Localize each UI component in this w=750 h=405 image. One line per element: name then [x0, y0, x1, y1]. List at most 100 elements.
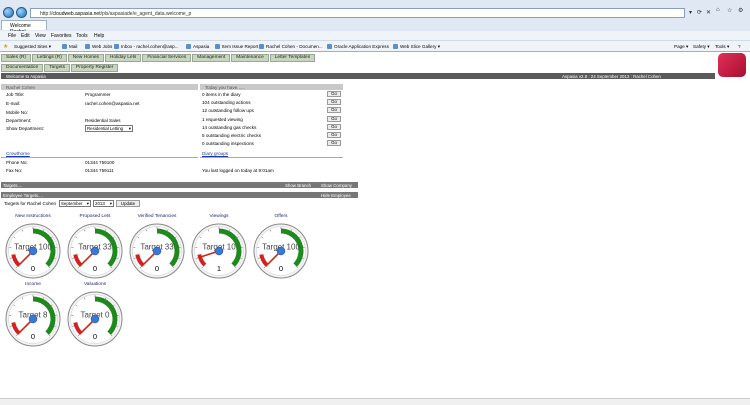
- settings-gear-icon[interactable]: ⚙: [738, 7, 743, 14]
- go-button[interactable]: Go: [327, 140, 341, 147]
- gauge-dial: Target 1000: [253, 223, 309, 279]
- menu-tools[interactable]: Tools: [76, 33, 88, 39]
- refresh-icon[interactable]: ⟳: [697, 9, 702, 16]
- update-button[interactable]: Update: [116, 200, 140, 207]
- address-bar[interactable]: http://cloudweb.aspasia.net/pls/aspasiad…: [30, 8, 685, 18]
- go-button[interactable]: Go: [327, 107, 341, 114]
- gauge-value-label: 0: [279, 264, 283, 273]
- diary-divider: [200, 157, 343, 158]
- gauge-hub: [214, 246, 224, 256]
- nav-documentation[interactable]: Documentation: [1, 64, 44, 72]
- today-item: 12 outstanding follow ups: [202, 108, 254, 114]
- job-title-value: Programmer: [85, 92, 111, 97]
- menu-file[interactable]: File: [8, 33, 16, 39]
- fav-web-jobs[interactable]: Web Jobs: [92, 44, 112, 49]
- phone-value: 01344 759100: [85, 160, 115, 165]
- fav-rachel-documents[interactable]: Rachel Cohen - Documen...: [266, 44, 323, 49]
- forward-button[interactable]: [16, 7, 27, 18]
- show-company-link[interactable]: Show Company: [321, 183, 352, 188]
- help-menu[interactable]: ?: [738, 44, 741, 49]
- fav-web-slice-gallery[interactable]: Web Slice Gallery ▾: [400, 44, 440, 50]
- app-nav-row-2: Documentation Targets Property Register: [1, 64, 119, 72]
- gauge-title: New Instructions: [15, 214, 51, 219]
- nav-holiday-lets[interactable]: Holiday Lets: [104, 54, 142, 62]
- nav-financial-services[interactable]: Financial Services: [142, 54, 192, 62]
- nav-letter-templates[interactable]: Letter Templates: [269, 54, 316, 62]
- menu-help[interactable]: Help: [94, 33, 104, 39]
- menu-edit[interactable]: Edit: [21, 33, 30, 39]
- gauge-hub: [90, 246, 100, 256]
- nav-sales[interactable]: Sales (R): [1, 54, 31, 62]
- gauge-value-label: 0: [31, 332, 35, 341]
- office-link[interactable]: Crowthorne: [6, 151, 30, 156]
- go-button[interactable]: Go: [327, 123, 341, 130]
- nav-targets[interactable]: Targets: [44, 64, 70, 72]
- gauge-hub: [276, 246, 286, 256]
- gauge-dial: Target 00: [67, 291, 123, 347]
- menu-view[interactable]: View: [35, 33, 46, 39]
- today-item: 5 outstanding electric checks: [202, 133, 261, 138]
- gauge-value-label: 1: [217, 264, 221, 273]
- menu-favorites[interactable]: Favorites: [51, 33, 72, 39]
- gauge-title: Verified Tenancies: [137, 214, 177, 219]
- today-item: 0 items in the diary: [202, 92, 241, 97]
- show-branch-link[interactable]: Show Branch: [285, 183, 311, 188]
- gauge-dial: Target 1000: [5, 223, 61, 279]
- targets-bar-label: Targets....: [3, 182, 23, 188]
- gauge-title: Income: [25, 282, 41, 287]
- department-value: Residential Sales: [85, 118, 121, 123]
- nav-maintenance[interactable]: Maintenance: [231, 54, 269, 62]
- department-label: Department:: [6, 118, 32, 123]
- go-button[interactable]: Go: [327, 115, 341, 122]
- browser-chrome: http://cloudweb.aspasia.net/pls/aspasiad…: [0, 0, 750, 52]
- year-select[interactable]: 2013 ▾: [93, 200, 114, 207]
- address-url: http://cloudweb.aspasia.net/pls/aspasiad…: [40, 11, 192, 17]
- show-department-value: Residential Letting: [87, 126, 124, 131]
- tab-welcome[interactable]: Welcome Rachel: [1, 20, 47, 35]
- search-dropdown-icon[interactable]: ▾: [689, 9, 692, 16]
- go-button[interactable]: Go: [327, 132, 341, 138]
- fav-item-issue-report[interactable]: Item Issue Report: [222, 44, 258, 49]
- gauge-value-label: 0: [93, 264, 97, 273]
- favorites-star-icon[interactable]: ☆: [727, 7, 732, 14]
- back-button[interactable]: [3, 7, 14, 18]
- fav-mail[interactable]: Mail: [69, 44, 77, 49]
- fav-inbox[interactable]: Inbox - rachel.cohen@asp...: [121, 44, 179, 49]
- last-login-text: You last logged on today at 9:01am: [202, 168, 274, 173]
- nav-property-register[interactable]: Property Register: [71, 64, 119, 72]
- email-value: rachel.cohen@aspasia.net: [85, 101, 140, 106]
- nav-lettings[interactable]: Lettings (R): [32, 54, 67, 62]
- stop-icon[interactable]: ✕: [706, 9, 711, 16]
- month-select[interactable]: September ▾: [59, 200, 91, 207]
- fav-oracle-apex[interactable]: Oracle Application Express: [334, 44, 389, 49]
- fav-suggested-sites[interactable]: Suggested Sites ▾: [14, 44, 51, 50]
- nav-management[interactable]: Management: [192, 54, 231, 62]
- favorites-star-icon[interactable]: ★: [3, 43, 8, 50]
- gauge-title: Valuations: [83, 282, 107, 287]
- safety-menu[interactable]: Safety ▾: [693, 44, 710, 50]
- aspasia-icon: [186, 44, 191, 49]
- job-title-label: Job Title:: [6, 92, 25, 97]
- targets-for-label: Targets for Rachel Cohen: [4, 201, 57, 206]
- web-jobs-icon: [85, 44, 90, 49]
- app-nav-row-1: Sales (R) Lettings (R) New Homes Holiday…: [1, 54, 316, 62]
- gauge-value-label: 0: [31, 264, 35, 273]
- go-button[interactable]: Go: [327, 91, 341, 97]
- targets-bar: Targets.... Show Branch Show Company: [1, 182, 358, 188]
- welcome-bar: Welcome to Aspasia Aspasia v2.8 : 24 Sep…: [1, 73, 715, 79]
- tools-menu[interactable]: Tools ▾: [715, 44, 729, 50]
- go-button[interactable]: Go: [327, 99, 341, 106]
- mail-icon: [62, 44, 67, 49]
- hide-employee-link[interactable]: Hide Employee: [321, 193, 351, 198]
- chevron-down-icon: ▾: [128, 126, 131, 131]
- show-department-select[interactable]: Residential Letting ▾: [85, 125, 133, 132]
- diary-groups-link[interactable]: Diary groups: [202, 151, 228, 156]
- home-icon[interactable]: ⌂: [716, 7, 720, 13]
- issue-report-icon: [215, 44, 220, 49]
- status-bar: [0, 398, 750, 405]
- page-menu[interactable]: Page ▾: [674, 44, 688, 50]
- today-heading: Today you have......: [205, 84, 245, 90]
- gauge-value-label: 0: [155, 264, 159, 273]
- nav-new-homes[interactable]: New Homes: [67, 54, 104, 62]
- fav-aspasia[interactable]: Aspasia: [193, 44, 209, 49]
